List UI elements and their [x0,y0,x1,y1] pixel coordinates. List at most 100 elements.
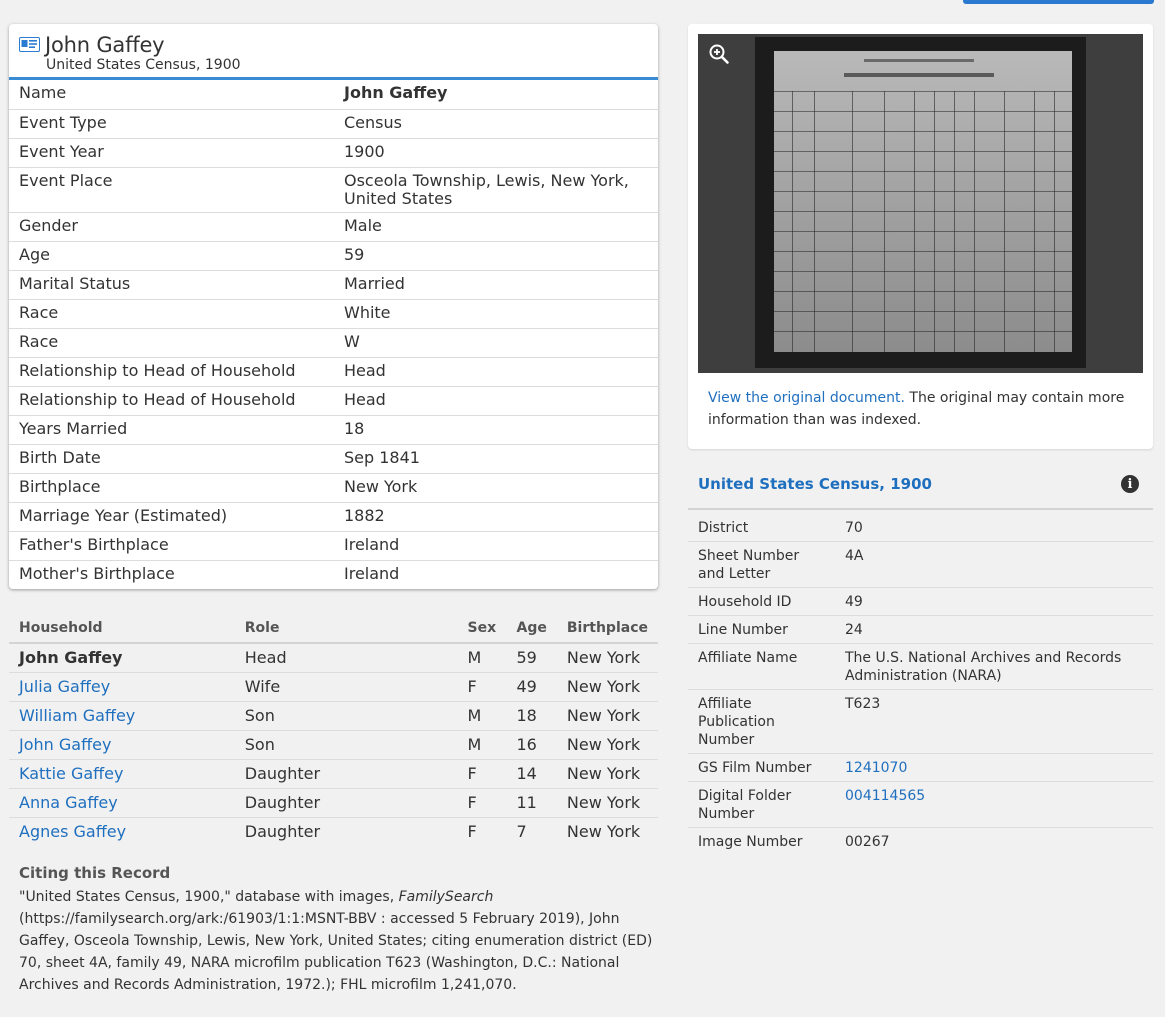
household-member-row: William Gaffey Son M 18 New York [9,701,658,731]
household-member-link[interactable]: Julia Gaffey [9,672,235,702]
source-row: Affiliate Name The U.S. National Archives… [688,643,1153,690]
source-value-link[interactable]: 004114565 [845,788,925,804]
household-section: Household Role Sex Age Birthplace John G… [9,614,658,847]
fact-row: Event Type Census [9,109,658,139]
info-icon[interactable]: i [1121,475,1139,493]
record-header: John Gaffey United States Census, 1900 [9,24,658,80]
household-table: Household Role Sex Age Birthplace John G… [9,614,658,847]
source-value: 24 [835,615,1153,644]
record-facts-table: Name John Gaffey Event Type Census Event Yea… [9,80,658,589]
source-value[interactable]: 1241070 [835,753,1153,782]
source-row: District 70 [688,514,1153,542]
fact-label: Event Place [9,167,334,213]
top-action-button[interactable] [963,0,1154,4]
household-member-birthplace: New York [556,701,658,731]
source-collection-link[interactable]: United States Census, 1900 [698,475,932,493]
household-column-header: Household [9,614,235,644]
source-row: GS Film Number 1241070 [688,753,1153,782]
fact-row: Birth Date Sep 1841 [9,444,658,474]
fact-value: 1900 [334,138,658,168]
household-member-sex: F [457,759,507,789]
household-member-row: Agnes Gaffey Daughter F 7 New York [9,818,658,847]
household-member-name[interactable]: Agnes Gaffey [19,822,126,841]
household-member-age: 7 [516,822,527,842]
fact-value: Census [334,109,658,139]
source-row: Affiliate Publication Number T623 [688,689,1153,754]
fact-label: Race [9,299,334,329]
household-member-sex: M [457,730,507,760]
fact-value: W [334,328,658,358]
source-row: Image Number 00267 [688,828,1153,856]
source-label: District [688,514,835,542]
image-note: View the original document. The original… [708,387,1138,431]
household-member-age: 11 [506,788,557,818]
record-card: John Gaffey United States Census, 1900 N… [9,24,658,589]
census-document-thumbnail[interactable] [755,37,1086,368]
household-member-birthplace: New York [556,759,658,789]
household-member-name[interactable]: Anna Gaffey [19,793,118,812]
household-member-link[interactable]: John Gaffey [9,730,235,760]
source-value-link[interactable]: 1241070 [845,760,907,776]
fact-row: Race W [9,328,658,358]
household-member-age: 14 [506,759,557,789]
citation-source-name: FamilySearch [398,889,494,905]
fact-label: Relationship to Head of Household [9,357,334,387]
fact-label: Mother's Birthplace [19,563,175,583]
source-label: Affiliate Name [688,643,835,690]
fact-label: Gender [9,212,334,242]
household-member-sex: M [457,701,507,731]
source-value[interactable]: 004114565 [835,781,1153,828]
household-member-link[interactable]: Kattie Gaffey [9,759,235,789]
household-member-name[interactable]: William Gaffey [19,706,135,725]
zoom-in-icon[interactable] [708,43,730,65]
source-row: Sheet Number and Letter 4A [688,541,1153,588]
household-member-age: 59 [506,643,557,673]
citation-text-part: (https://familysearch.org/ark:/61903/1:1… [19,911,653,993]
fact-label: Event Type [9,109,334,139]
fact-label: Years Married [9,415,334,445]
household-member-link[interactable]: Anna Gaffey [9,788,235,818]
source-label: Sheet Number and Letter [688,541,835,588]
age-column-header: Age [506,614,557,644]
household-member-name[interactable]: Julia Gaffey [19,677,110,696]
fact-row: Marital Status Married [9,270,658,300]
birthplace-column-header: Birthplace [556,614,658,644]
fact-label: Name [9,80,334,110]
citation-title: Citing this Record [19,864,171,882]
fact-label: Marital Status [9,270,334,300]
role-column-header: Role [234,614,458,644]
source-value: 70 [835,514,1153,542]
fact-row: Father's Birthplace Ireland [9,531,658,561]
household-member-age: 18 [506,701,557,731]
household-member-role: Daughter [244,822,321,842]
household-member-link[interactable]: Agnes Gaffey [9,818,235,847]
household-member-sex: F [467,822,477,842]
fact-row: Event Place Osceola Township, Lewis, New … [9,167,658,213]
household-member-sex: F [457,788,507,818]
fact-value: New York [334,473,658,503]
record-title: John Gaffey [45,33,165,57]
household-member-name[interactable]: Kattie Gaffey [19,764,123,783]
fact-value: 59 [334,241,658,271]
source-value: 49 [835,587,1153,616]
household-member-age: 16 [506,730,557,760]
household-member-birthplace: New York [566,822,641,842]
fact-label: Father's Birthplace [9,531,334,561]
household-member-name[interactable]: John Gaffey [19,735,111,754]
household-member-link[interactable]: William Gaffey [9,701,235,731]
source-row: Digital Folder Number 004114565 [688,781,1153,828]
document-image-viewer[interactable] [698,34,1143,373]
record-card-icon [19,36,40,52]
fact-label: Relationship to Head of Household [9,386,334,416]
fact-row: Relationship to Head of Household Head [9,357,658,387]
fact-label: Event Year [9,138,334,168]
fact-row: Race White [9,299,658,329]
fact-value: John Gaffey [334,80,658,110]
record-collection: United States Census, 1900 [46,57,241,73]
household-member-role: Daughter [234,788,458,818]
fact-value: Ireland [334,531,658,561]
source-label: Line Number [688,615,835,644]
source-header: United States Census, 1900 i [688,460,1153,510]
view-original-document-link[interactable]: View the original document. [708,390,905,406]
source-label: Affiliate Publication Number [688,689,835,754]
